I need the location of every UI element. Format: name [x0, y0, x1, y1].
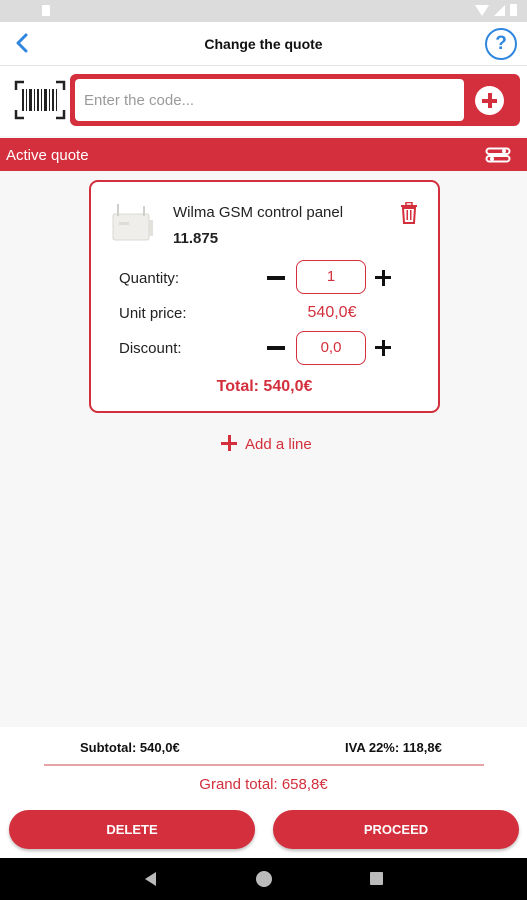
active-quote-bar: Active quote — [0, 138, 527, 171]
delete-button[interactable]: DELETE — [9, 810, 255, 849]
discount-label: Discount: — [119, 340, 182, 357]
line-total: Total: 540,0€ — [216, 378, 313, 395]
quantity-input[interactable]: 1 — [296, 260, 366, 294]
quantity-plus-icon[interactable] — [375, 270, 391, 286]
discount-minus-icon[interactable] — [267, 346, 285, 350]
divider — [44, 764, 484, 766]
add-circle-icon[interactable] — [475, 86, 504, 115]
top-app-bar: Change the quote ? — [0, 22, 527, 66]
system-nav-bar — [0, 858, 527, 900]
product-name: Wilma GSM control panel — [173, 204, 344, 221]
code-entry-row — [0, 66, 527, 136]
discount-input[interactable]: 0,0 — [296, 331, 366, 365]
summary-panel: Subtotal: 540,0€ IVA 22%: 118,8€ Grand t… — [0, 727, 527, 858]
code-input[interactable] — [75, 79, 464, 121]
barcode-icon[interactable] — [14, 80, 66, 120]
discount-plus-icon[interactable] — [375, 340, 391, 356]
product-image — [112, 204, 153, 241]
plus-icon — [221, 435, 237, 451]
status-bar — [0, 0, 527, 22]
unit-price-label: Unit price: — [119, 305, 187, 322]
sd-card-icon — [42, 5, 50, 16]
signal-icon — [494, 4, 505, 16]
nav-home-icon[interactable] — [256, 871, 272, 887]
product-code: 11.875 — [173, 230, 219, 247]
wifi-icon — [475, 4, 489, 16]
iva-tax: IVA 22%: 118,8€ — [345, 740, 442, 755]
unit-price-value: 540,0€ — [307, 304, 357, 321]
page-title: Change the quote — [204, 36, 323, 52]
status-icons — [475, 4, 517, 16]
trash-icon[interactable] — [400, 202, 418, 224]
quantity-minus-icon[interactable] — [267, 276, 285, 280]
quantity-label: Quantity: — [119, 270, 180, 287]
code-input-container — [70, 74, 520, 126]
proceed-button[interactable]: PROCEED — [273, 810, 519, 849]
subtotal: Subtotal: 540,0€ — [80, 740, 180, 755]
nav-recents-icon[interactable] — [370, 872, 383, 885]
nav-back-icon[interactable] — [145, 872, 156, 886]
add-line-label: Add a line — [245, 436, 312, 453]
toggle-icon[interactable] — [485, 147, 511, 163]
quote-line-card: Wilma GSM control panel 11.875 Quantity:… — [89, 180, 440, 413]
grand-total: Grand total: 658,8€ — [199, 776, 328, 793]
help-icon[interactable]: ? — [485, 28, 517, 60]
active-quote-label: Active quote — [6, 147, 89, 164]
battery-icon — [510, 4, 517, 16]
